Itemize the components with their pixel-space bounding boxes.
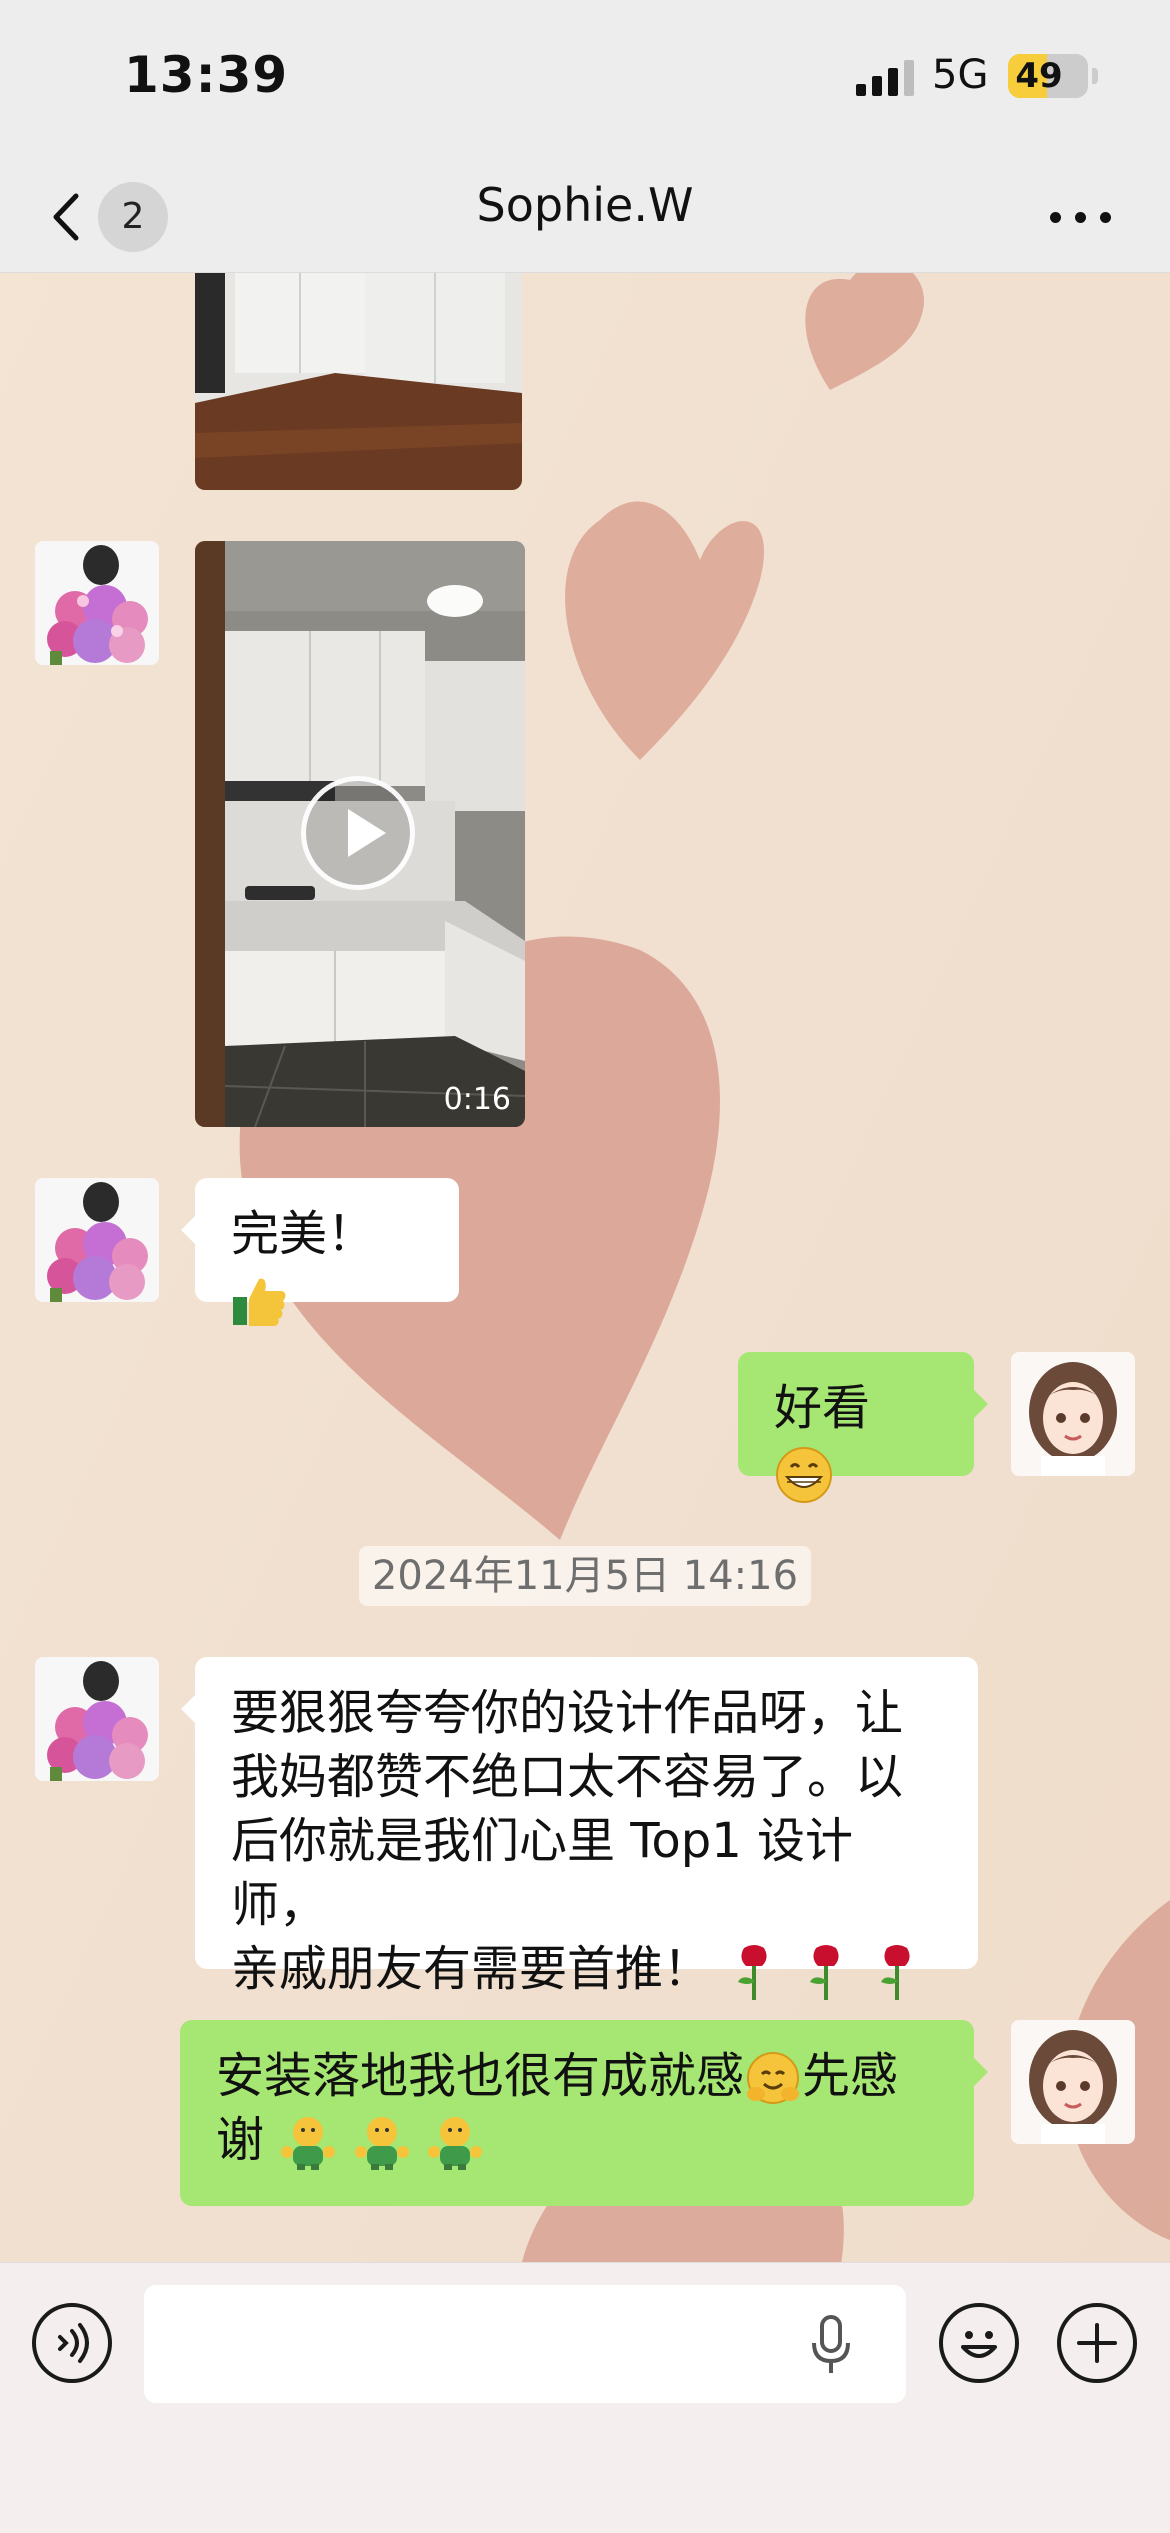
- plus-icon: [1077, 2323, 1117, 2363]
- message-bubble-outgoing[interactable]: 安装落地我也很有成就感 先感 谢: [180, 2020, 988, 2206]
- message-list[interactable]: 0:16 完美！ 好看 2024年11月5日 14:16 要狠狠夸夸你的设计作品…: [0, 273, 1170, 2261]
- cellular-signal-icon: [856, 60, 914, 96]
- rose-icon: [880, 1945, 910, 2000]
- chat-header: 2 Sophie.W: [0, 160, 1170, 273]
- grinning-face-icon: [776, 1447, 832, 1503]
- status-time: 13:39: [124, 46, 289, 104]
- my-avatar[interactable]: [1011, 2020, 1135, 2144]
- message-bubble-outgoing[interactable]: 好看: [738, 1352, 988, 1503]
- message-text-line: 后你就是我们心里 Top1 设计师，: [231, 1813, 854, 1933]
- ellipsis-icon: [1100, 212, 1111, 223]
- ellipsis-icon: [1075, 212, 1086, 223]
- message-input-bar: [0, 2262, 1170, 2533]
- status-bar: 13:39 5G 49: [0, 0, 1170, 160]
- message-text-line: 谢: [216, 2112, 265, 2168]
- message-timestamp: 2024年11月5日 14:16: [359, 1546, 811, 1606]
- contact-avatar[interactable]: [35, 1657, 159, 1781]
- message-text-line: 我妈都赞不绝口太不容易了。以: [231, 1749, 904, 1805]
- message-text-line-with-emoji: 安装落地我也很有成就感 先感: [216, 2044, 938, 2108]
- cartoon-girl-avatar-image: [1011, 2020, 1135, 2144]
- emoji-button[interactable]: [939, 2303, 1019, 2383]
- waving-figure-icon: [354, 2117, 409, 2170]
- more-actions-button[interactable]: [1057, 2303, 1137, 2383]
- contact-avatar[interactable]: [35, 541, 159, 665]
- hugging-face-icon: [747, 2052, 800, 2104]
- message-text-line: 亲戚朋友有需要首推！: [231, 1941, 712, 1997]
- message-text-line: 安装落地我也很有成就感: [216, 2048, 745, 2104]
- chat-title: Sophie.W: [476, 178, 694, 232]
- play-icon[interactable]: [301, 776, 415, 890]
- message-input[interactable]: [144, 2285, 906, 2403]
- message-text-line: 先感: [802, 2048, 899, 2104]
- battery-percentage: 49: [1015, 56, 1063, 96]
- emoji-icon: [961, 2331, 997, 2358]
- microphone-icon[interactable]: [810, 2315, 852, 2375]
- message-text-line-with-emoji: 谢: [216, 2108, 938, 2172]
- video-message[interactable]: 0:16: [195, 541, 525, 1127]
- ellipsis-icon: [1050, 212, 1061, 223]
- flowers-avatar-image: [35, 1178, 159, 1302]
- message-bubble-incoming[interactable]: 要狠狠夸夸你的设计作品呀，让 我妈都赞不绝口太不容易了。以 后你就是我们心里 T…: [181, 1657, 978, 2000]
- image-message[interactable]: [195, 273, 522, 490]
- message-text: 好看: [774, 1380, 871, 1436]
- message-text-line: 要狠狠夸夸你的设计作品呀，让: [231, 1685, 904, 1741]
- message-text: 完美！: [231, 1206, 376, 1262]
- video-duration: 0:16: [443, 1082, 511, 1117]
- message-bubble-incoming[interactable]: 完美！: [181, 1178, 459, 1326]
- waving-figure-icon: [281, 2117, 336, 2170]
- message-text-line-with-roses: 亲戚朋友有需要首推！: [231, 1937, 942, 2002]
- my-avatar[interactable]: [1011, 1352, 1135, 1476]
- thumbs-up-icon: [233, 1278, 286, 1326]
- voice-toggle-button[interactable]: [32, 2303, 112, 2383]
- battery-tip: [1092, 68, 1098, 84]
- waving-figure-icon: [427, 2117, 482, 2170]
- flowers-avatar-image: [35, 1657, 159, 1781]
- cartoon-girl-avatar-image: [1011, 1352, 1135, 1476]
- contact-avatar[interactable]: [35, 1178, 159, 1302]
- rose-icon: [738, 1945, 767, 2000]
- voice-toggle-icon: [58, 2323, 89, 2363]
- rose-icon: [809, 1945, 839, 2000]
- network-type: 5G: [932, 52, 989, 98]
- more-options-button[interactable]: [1046, 188, 1116, 244]
- battery-icon: 49: [1008, 54, 1088, 98]
- room-photo-thumbnail: [195, 273, 522, 490]
- flowers-avatar-image: [35, 541, 159, 665]
